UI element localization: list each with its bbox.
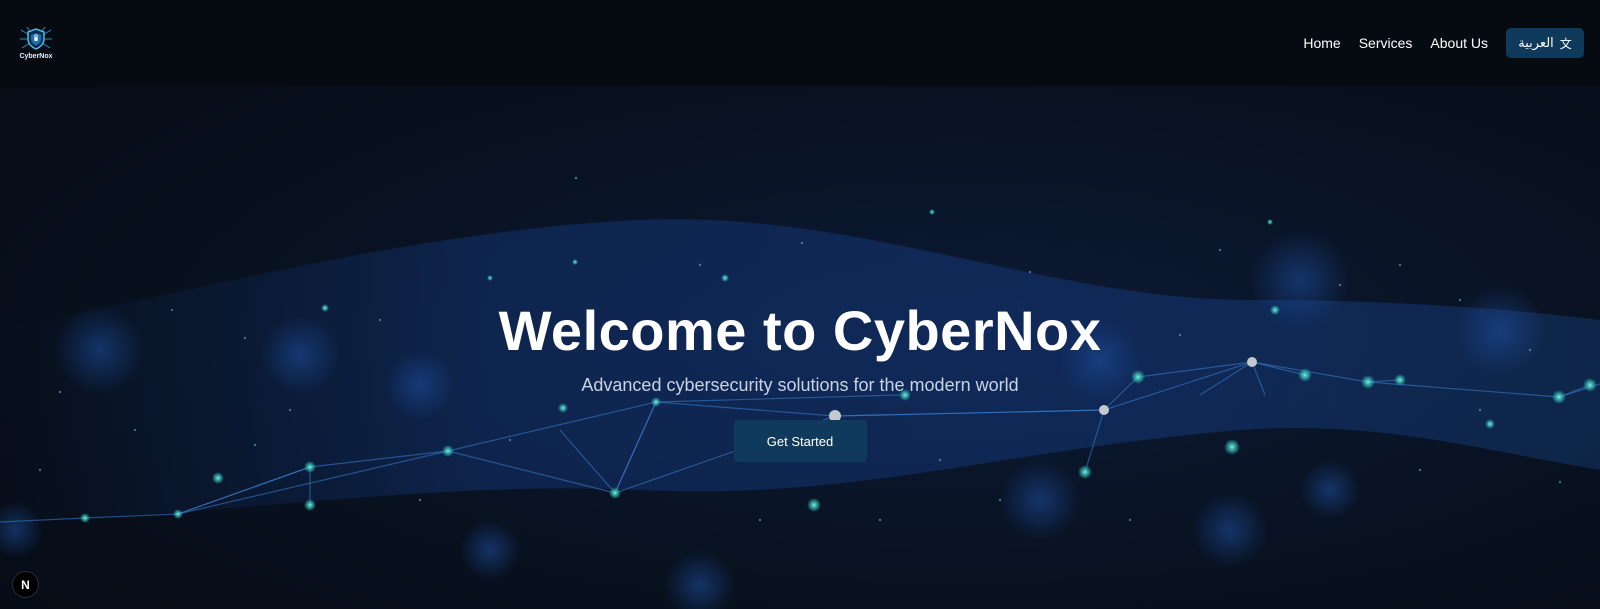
nav-link-about-us[interactable]: About Us	[1430, 35, 1488, 51]
language-button-label: العربية	[1518, 35, 1554, 51]
shield-icon	[20, 26, 52, 50]
get-started-button[interactable]: Get Started	[733, 420, 867, 462]
nav-link-services[interactable]: Services	[1359, 35, 1413, 51]
nav-links: Home Services About Us 文 العربية	[1285, 28, 1584, 58]
hero-subtitle: Advanced cybersecurity solutions for the…	[581, 375, 1019, 395]
page: CyberNox Home Services About Us 文 العربي…	[0, 0, 1600, 609]
translate-icon: 文	[1559, 36, 1572, 51]
language-toggle-button[interactable]: 文 العربية	[1506, 28, 1584, 58]
logo-text: CyberNox	[19, 53, 53, 60]
nav-link-home[interactable]: Home	[1303, 35, 1340, 51]
hero-title: Welcome to CyberNox	[498, 299, 1102, 362]
hero-section: Welcome to CyberNox Advanced cybersecuri…	[0, 298, 1600, 462]
dev-tools-badge[interactable]: N	[12, 571, 39, 598]
navbar: CyberNox Home Services About Us 文 العربي…	[0, 0, 1600, 86]
logo[interactable]: CyberNox	[16, 26, 56, 60]
